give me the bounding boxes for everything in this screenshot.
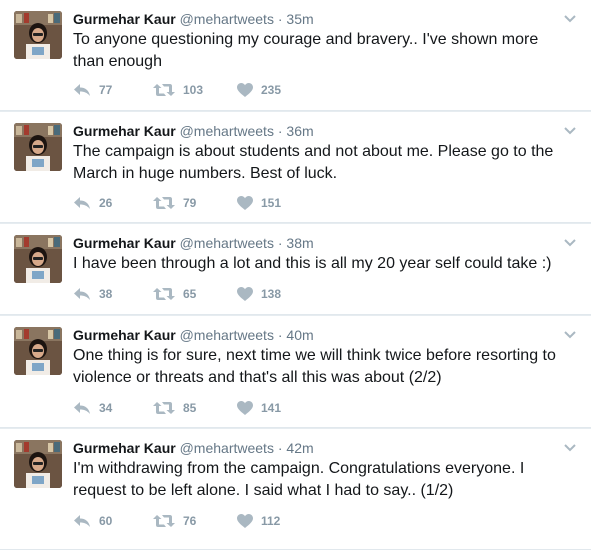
display-name[interactable]: Gurmehar Kaur: [73, 440, 176, 456]
retweet-count: 76: [183, 514, 197, 528]
separator: ·: [277, 440, 283, 456]
timestamp[interactable]: 42m: [286, 440, 313, 456]
retweet-button[interactable]: 103: [153, 83, 237, 97]
tweet-text: One thing is for sure, next time we will…: [73, 347, 556, 386]
reply-count: 26: [99, 196, 113, 210]
username[interactable]: @mehartweets: [180, 123, 274, 139]
username[interactable]: @mehartweets: [180, 235, 274, 251]
reply-count: 34: [99, 401, 113, 415]
avatar[interactable]: [14, 123, 62, 171]
reply-button[interactable]: 77: [73, 83, 153, 97]
chevron-down-icon[interactable]: [563, 328, 577, 342]
retweet-button[interactable]: 65: [153, 287, 237, 301]
tweet-header: Gurmehar Kaur @mehartweets · 38m: [73, 234, 314, 252]
retweet-icon: [153, 84, 175, 96]
heart-icon: [237, 287, 253, 301]
display-name[interactable]: Gurmehar Kaur: [73, 235, 176, 251]
username[interactable]: @mehartweets: [180, 327, 274, 343]
timestamp[interactable]: 36m: [286, 123, 313, 139]
like-count: 112: [261, 514, 281, 528]
like-count: 151: [261, 196, 282, 210]
reply-icon: [74, 402, 90, 414]
tweet[interactable]: Gurmehar Kaur @mehartweets · 40m One thi…: [0, 316, 591, 428]
retweet-button[interactable]: 85: [153, 401, 237, 415]
timestamp[interactable]: 40m: [286, 327, 313, 343]
reply-icon: [74, 197, 90, 209]
retweet-count: 85: [183, 401, 197, 415]
retweet-button[interactable]: 76: [153, 514, 237, 528]
reply-button[interactable]: 60: [73, 514, 153, 528]
tweet-actions: 77 103 235: [73, 83, 317, 97]
timestamp[interactable]: 38m: [286, 235, 313, 251]
like-button[interactable]: 235: [237, 83, 317, 97]
tweet-actions: 34 85 141: [73, 401, 317, 415]
display-name[interactable]: Gurmehar Kaur: [73, 11, 176, 27]
heart-icon: [237, 196, 253, 210]
reply-button[interactable]: 34: [73, 401, 153, 415]
reply-count: 38: [99, 287, 113, 301]
reply-icon: [74, 515, 90, 527]
timestamp[interactable]: 35m: [286, 11, 313, 27]
reply-count: 77: [99, 83, 113, 97]
retweet-icon: [153, 515, 175, 527]
avatar[interactable]: [14, 440, 62, 488]
tweet-actions: 26 79 151: [73, 196, 317, 210]
reply-count: 60: [99, 514, 113, 528]
chevron-down-icon[interactable]: [563, 124, 577, 138]
like-button[interactable]: 138: [237, 287, 317, 301]
avatar[interactable]: [14, 11, 62, 59]
retweet-button[interactable]: 79: [153, 196, 237, 210]
reply-button[interactable]: 38: [73, 287, 153, 301]
retweet-icon: [153, 197, 175, 209]
tweet[interactable]: Gurmehar Kaur @mehartweets · 35m To anyo…: [0, 0, 591, 111]
tweet-text: To anyone questioning my courage and bra…: [73, 31, 539, 70]
retweet-count: 79: [183, 196, 197, 210]
username[interactable]: @mehartweets: [180, 440, 274, 456]
tweet[interactable]: Gurmehar Kaur @mehartweets · 38m I have …: [0, 224, 591, 315]
tweet[interactable]: Gurmehar Kaur @mehartweets · 42m I'm wit…: [0, 429, 591, 550]
username[interactable]: @mehartweets: [180, 11, 274, 27]
retweet-icon: [153, 402, 175, 414]
tweet-text: The campaign is about students and not a…: [73, 143, 554, 182]
heart-icon: [237, 401, 253, 415]
reply-icon: [74, 288, 90, 300]
tweet-header: Gurmehar Kaur @mehartweets · 40m: [73, 326, 314, 344]
like-count: 141: [261, 401, 282, 415]
reply-button[interactable]: 26: [73, 196, 153, 210]
retweet-count: 103: [183, 83, 204, 97]
chevron-down-icon[interactable]: [563, 12, 577, 26]
separator: ·: [277, 327, 283, 343]
tweet-header: Gurmehar Kaur @mehartweets · 35m: [73, 10, 314, 28]
like-button[interactable]: 112: [237, 514, 317, 528]
retweet-icon: [153, 288, 175, 300]
like-count: 138: [261, 287, 282, 301]
heart-icon: [237, 83, 253, 97]
display-name[interactable]: Gurmehar Kaur: [73, 123, 176, 139]
tweet-actions: 38 65 138: [73, 287, 317, 301]
tweet-actions: 60 76 112: [73, 514, 317, 528]
like-count: 235: [261, 83, 282, 97]
reply-icon: [74, 84, 90, 96]
timeline: Gurmehar Kaur @mehartweets · 35m To anyo…: [0, 0, 591, 550]
avatar[interactable]: [14, 327, 62, 375]
chevron-down-icon[interactable]: [563, 441, 577, 455]
like-button[interactable]: 151: [237, 196, 317, 210]
heart-icon: [237, 514, 253, 528]
like-button[interactable]: 141: [237, 401, 317, 415]
separator: ·: [277, 123, 283, 139]
retweet-count: 65: [183, 287, 197, 301]
separator: ·: [277, 11, 283, 27]
tweet-header: Gurmehar Kaur @mehartweets · 42m: [73, 439, 314, 457]
tweet-header: Gurmehar Kaur @mehartweets · 36m: [73, 122, 314, 140]
tweet-text: I have been through a lot and this is al…: [73, 255, 552, 272]
separator: ·: [277, 235, 283, 251]
tweet-text: I'm withdrawing from the campaign. Congr…: [73, 460, 525, 499]
avatar[interactable]: [14, 235, 62, 283]
chevron-down-icon[interactable]: [563, 236, 577, 250]
display-name[interactable]: Gurmehar Kaur: [73, 327, 176, 343]
tweet[interactable]: Gurmehar Kaur @mehartweets · 36m The cam…: [0, 112, 591, 223]
